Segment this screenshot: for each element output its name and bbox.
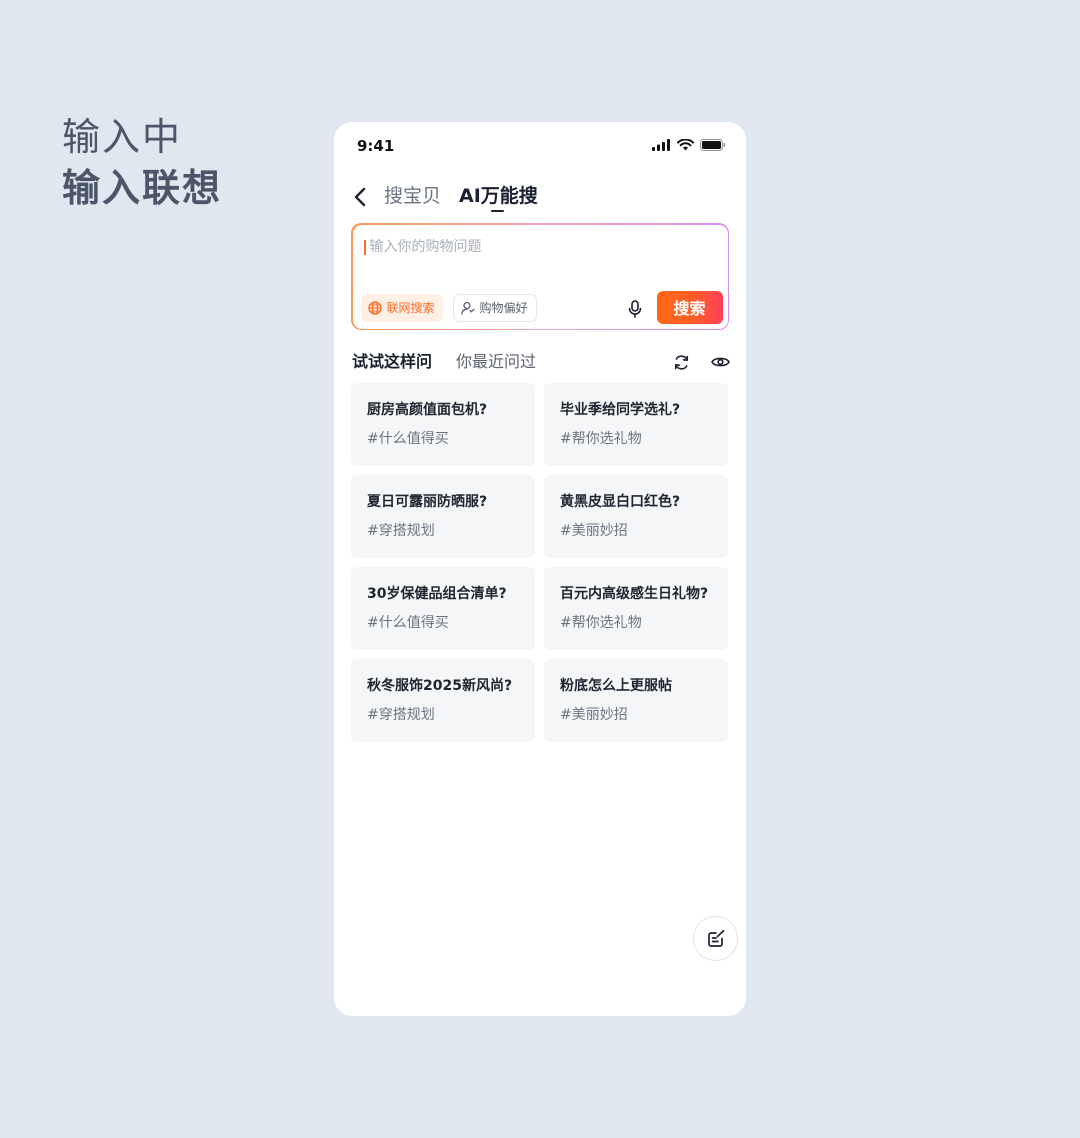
suggestion-title: 黄黑皮显白口红色?	[560, 494, 681, 510]
phone-screen: 9:41 搜宝贝 AI万能搜 输入你的购物问题 联网搜索 购物偏好 搜索 试试这…	[334, 122, 746, 1016]
status-icons	[652, 139, 726, 151]
signal-icon	[652, 139, 670, 151]
shopping-preference-chip[interactable]: 购物偏好	[452, 293, 537, 322]
web-search-label: 联网搜索	[386, 301, 435, 315]
suggestion-title: 厨房高颜值面包机?	[367, 402, 488, 418]
suggestion-tag: #美丽妙招	[560, 707, 628, 723]
user-preference-icon	[460, 301, 475, 315]
suggestion-title: 秋冬服饰2025新风尚?	[367, 678, 513, 694]
text-caret	[363, 239, 366, 255]
search-button[interactable]: 搜索	[656, 290, 723, 324]
suggestion-tag: #穿搭规划	[367, 523, 435, 539]
suggestion-title: 30岁保健品组合清单?	[367, 586, 507, 602]
status-time: 9:41	[357, 137, 395, 155]
suggestion-tabs: 试试这样问 你最近问过	[334, 348, 746, 376]
suggestion-title: 毕业季给同学选礼?	[560, 402, 681, 418]
chevron-left-icon	[354, 187, 366, 207]
nav-bar: 搜宝贝 AI万能搜	[334, 178, 746, 218]
status-bar: 9:41	[334, 122, 746, 170]
suggestion-tag: #美丽妙招	[560, 523, 628, 539]
shopping-preference-label: 购物偏好	[479, 301, 528, 315]
web-search-chip[interactable]: 联网搜索	[360, 293, 443, 322]
search-box: 联网搜索 购物偏好 搜索	[351, 223, 729, 330]
suggestion-card[interactable]: 黄黑皮显白口红色? #美丽妙招	[544, 475, 728, 558]
suggestion-title: 粉底怎么上更服帖	[560, 678, 672, 694]
suggestion-title: 百元内高级感生日礼物?	[560, 586, 709, 602]
suggestion-title: 夏日可露丽防晒服?	[367, 494, 488, 510]
battery-icon	[700, 139, 726, 151]
visibility-toggle[interactable]	[709, 352, 731, 372]
page-heading: 输入中 输入联想	[62, 114, 222, 216]
tab-try-asking[interactable]: 试试这样问	[352, 350, 432, 374]
microphone-icon	[628, 299, 641, 318]
search-input[interactable]	[369, 234, 710, 259]
suggestion-tag: #帮你选礼物	[560, 431, 642, 447]
suggestion-card[interactable]: 30岁保健品组合清单? #什么值得买	[351, 567, 535, 650]
suggestion-card[interactable]: 百元内高级感生日礼物? #帮你选礼物	[544, 567, 728, 650]
suggestion-tag: #什么值得买	[367, 431, 449, 447]
heading-title: 输入联想	[62, 166, 223, 210]
active-tab-indicator	[491, 210, 504, 212]
refresh-button[interactable]	[671, 352, 691, 372]
new-chat-button[interactable]	[693, 916, 738, 961]
back-button[interactable]	[348, 184, 372, 210]
tab-search-goods[interactable]: 搜宝贝	[384, 182, 441, 210]
heading-state-label: 输入中	[62, 115, 183, 159]
search-box-inner: 联网搜索 购物偏好 搜索	[352, 224, 728, 329]
suggestion-tag: #帮你选礼物	[560, 615, 642, 631]
globe-icon	[367, 300, 382, 315]
suggestion-tag: #什么值得买	[367, 615, 449, 631]
edit-note-icon	[707, 929, 724, 947]
wifi-icon	[677, 139, 694, 151]
voice-input-button[interactable]	[624, 297, 646, 321]
suggestion-grid: 厨房高颜值面包机? #什么值得买 毕业季给同学选礼? #帮你选礼物 夏日可露丽防…	[351, 383, 728, 742]
suggestion-tag: #穿搭规划	[367, 707, 435, 723]
eye-icon	[710, 357, 730, 367]
suggestion-card[interactable]: 秋冬服饰2025新风尚? #穿搭规划	[351, 659, 535, 742]
suggestion-card[interactable]: 毕业季给同学选礼? #帮你选礼物	[544, 383, 728, 466]
suggestion-card[interactable]: 厨房高颜值面包机? #什么值得买	[351, 383, 535, 466]
suggestion-card[interactable]: 粉底怎么上更服帖 #美丽妙招	[544, 659, 728, 742]
refresh-icon	[674, 354, 688, 370]
suggestion-card[interactable]: 夏日可露丽防晒服? #穿搭规划	[351, 475, 535, 558]
tab-recently-asked[interactable]: 你最近问过	[456, 350, 536, 374]
tab-ai-search[interactable]: AI万能搜	[459, 182, 538, 210]
